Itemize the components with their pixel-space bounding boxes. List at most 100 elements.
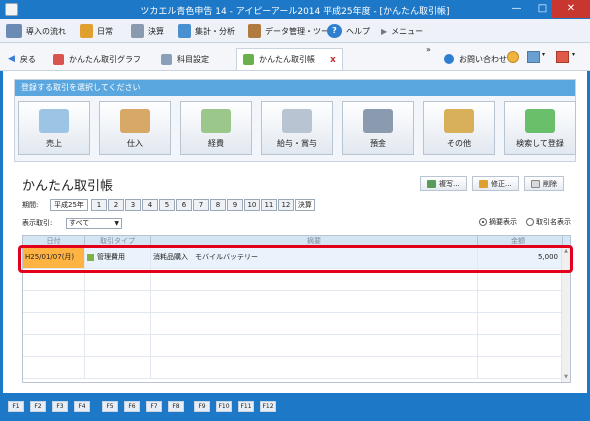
analysis-icon	[178, 24, 191, 38]
display-mode-radios: 摘要表示 取引名表示	[479, 217, 571, 227]
menu-settlement[interactable]: 決算	[131, 23, 164, 39]
fkey-f8[interactable]: F8	[168, 401, 184, 412]
month-button[interactable]: 2	[107, 198, 124, 211]
tile-salary[interactable]: 給与・賞与	[261, 101, 333, 155]
menu-menu[interactable]: ▶ メニュー	[381, 23, 423, 39]
month-button[interactable]: 10	[243, 198, 260, 211]
tile-expense-label: 経費	[208, 139, 224, 148]
scroll-down-icon[interactable]: ▼	[562, 373, 570, 382]
tile-other-label: その他	[447, 139, 471, 148]
view-options-chevron-icon[interactable]: ▾	[542, 51, 545, 58]
tab-transaction-graph[interactable]: かんたん取引グラフ	[47, 48, 147, 70]
fkey-f9[interactable]: F9	[194, 401, 210, 412]
back-arrow-icon: ◀	[8, 54, 15, 64]
menu-help-label: ヘルプ	[346, 26, 370, 36]
chevron-down-icon: ▼	[114, 219, 119, 227]
function-key-bar: F1 F2 F3 F4 F5 F6 F7 F8 F9 F10 F11 F12	[0, 393, 590, 421]
purchase-icon	[120, 109, 150, 133]
minimize-icon[interactable]: —	[504, 0, 529, 18]
table-row-empty[interactable]	[23, 313, 570, 335]
radio-summary-label: 摘要表示	[489, 218, 517, 226]
month-button-settlement[interactable]: 決算	[294, 198, 315, 211]
month-button[interactable]: 6	[175, 198, 192, 211]
fkey-f2[interactable]: F2	[30, 401, 46, 412]
month-button[interactable]: 3	[124, 198, 141, 211]
fkey-f11[interactable]: F11	[238, 401, 254, 412]
tile-purchase-label: 仕入	[127, 139, 143, 148]
transaction-select-header: 登録する取引を選択してください	[15, 80, 575, 96]
daily-icon	[80, 24, 93, 38]
exit-chevron-icon[interactable]: ▾	[572, 51, 575, 58]
menu-data-tools[interactable]: データ管理・ツール	[248, 23, 337, 39]
window-title: ツカエル青色申告 14 - アイピーアール2014 平成25年度 - [かんたん…	[140, 7, 450, 17]
help-icon: ?	[327, 24, 342, 38]
month-button[interactable]: 11	[260, 198, 277, 211]
month-button[interactable]: 5	[158, 198, 175, 211]
annotation-highlight	[18, 245, 573, 273]
tab-close-icon[interactable]: x	[330, 55, 336, 65]
fkey-f5[interactable]: F5	[102, 401, 118, 412]
transaction-select-panel: 登録する取引を選択してください 売上 仕入 経費 給与・賞与 預金 その他 検索…	[14, 79, 576, 162]
edit-label: 修正...	[491, 179, 512, 188]
salary-icon	[282, 109, 312, 133]
month-button[interactable]: 9	[226, 198, 243, 211]
settings-icon	[161, 53, 172, 65]
exit-icon[interactable]	[556, 51, 569, 63]
tile-expense[interactable]: 経費	[180, 101, 252, 155]
delete-button[interactable]: 削除	[524, 176, 564, 191]
fkey-f6[interactable]: F6	[124, 401, 140, 412]
tile-deposit-label: 預金	[370, 139, 386, 148]
other-icon	[444, 109, 474, 133]
copy-button[interactable]: 複写...	[420, 176, 467, 191]
tile-sales[interactable]: 売上	[18, 101, 90, 155]
menu-icon: ▶	[381, 26, 388, 36]
title-bar: ツカエル青色申告 14 - アイピーアール2014 平成25年度 - [かんたん…	[0, 0, 590, 19]
tab-overflow-icon[interactable]: »	[426, 45, 431, 54]
close-icon[interactable]: ✕	[552, 0, 590, 18]
month-button[interactable]: 7	[192, 198, 209, 211]
radio-summary-dot	[479, 218, 487, 226]
radio-summary[interactable]: 摘要表示	[479, 217, 517, 227]
month-button[interactable]: 8	[209, 198, 226, 211]
sales-icon	[39, 109, 69, 133]
month-button[interactable]: 12	[277, 198, 294, 211]
tab-account-settings[interactable]: 科目設定	[155, 48, 215, 70]
display-filter-label: 表示取引:	[22, 219, 53, 227]
fkey-f12[interactable]: F12	[260, 401, 276, 412]
tab-transaction-ledger[interactable]: かんたん取引帳 x	[236, 48, 343, 70]
tile-deposit[interactable]: 預金	[342, 101, 414, 155]
fkey-f7[interactable]: F7	[146, 401, 162, 412]
menu-intro[interactable]: 導入の流れ	[6, 23, 66, 39]
period-year[interactable]: 平成25年	[50, 198, 88, 211]
menu-analysis[interactable]: 集計・分析	[178, 23, 235, 39]
fkey-f3[interactable]: F3	[52, 401, 68, 412]
table-row-empty[interactable]	[23, 291, 570, 313]
month-button[interactable]: 1	[90, 198, 107, 211]
view-options-icon[interactable]	[527, 51, 540, 63]
tile-other[interactable]: その他	[423, 101, 495, 155]
menu-analysis-label: 集計・分析	[195, 26, 235, 36]
fkey-f4[interactable]: F4	[74, 401, 90, 412]
inquiry-button[interactable]: お問い合わせ	[438, 48, 513, 70]
expense-icon	[201, 109, 231, 133]
tile-purchase[interactable]: 仕入	[99, 101, 171, 155]
fkey-f1[interactable]: F1	[8, 401, 24, 412]
menu-daily[interactable]: 日常	[80, 23, 113, 39]
update-icon[interactable]	[507, 51, 519, 63]
back-button[interactable]: ◀ 戻る	[2, 48, 42, 70]
table-row-empty[interactable]	[23, 335, 570, 357]
edit-button[interactable]: 修正...	[472, 176, 519, 191]
transaction-tiles: 売上 仕入 経費 給与・賞与 預金 その他 検索して登録	[18, 101, 576, 155]
settlement-icon	[131, 24, 144, 38]
display-filter-select[interactable]: すべて ▼	[66, 217, 122, 229]
table-row-empty[interactable]	[23, 357, 570, 379]
display-filter-row: 表示取引: すべて ▼	[22, 217, 122, 229]
inquiry-icon	[444, 54, 454, 64]
fkey-f10[interactable]: F10	[216, 401, 232, 412]
menu-help[interactable]: ? ヘルプ	[327, 23, 370, 39]
tile-search-register[interactable]: 検索して登録	[504, 101, 576, 155]
radio-name[interactable]: 取引名表示	[526, 217, 571, 227]
month-button[interactable]: 4	[141, 198, 158, 211]
graph-icon	[53, 53, 64, 65]
tab-bar: ◀ 戻る かんたん取引グラフ 科目設定 かんたん取引帳 x » お問い合わせ ▾…	[0, 43, 590, 71]
